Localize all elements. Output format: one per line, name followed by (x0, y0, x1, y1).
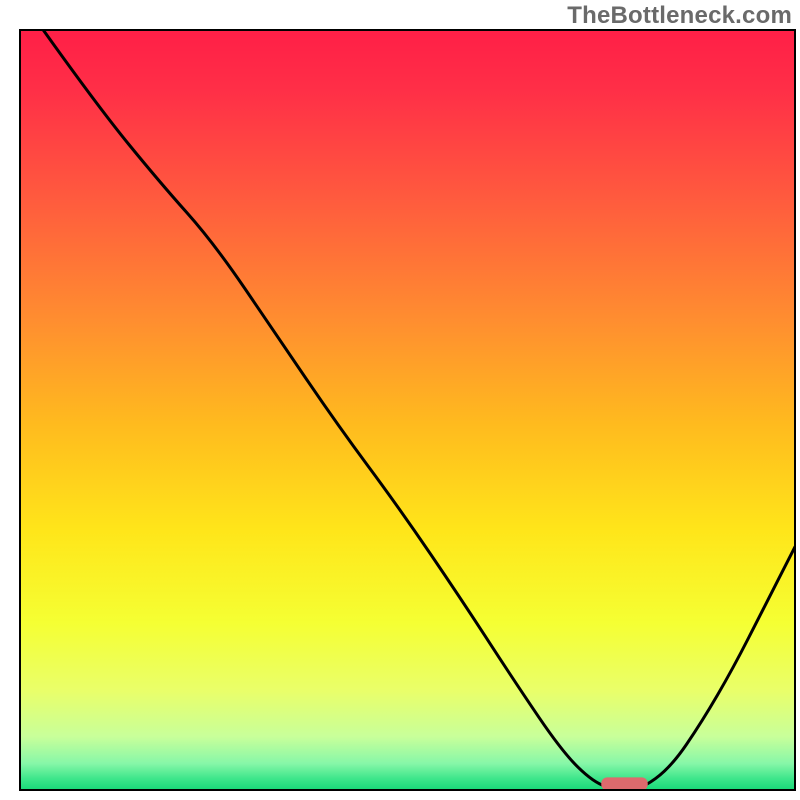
chart-container: TheBottleneck.com (0, 0, 800, 800)
watermark-text: TheBottleneck.com (567, 2, 792, 30)
plot-background (20, 30, 795, 790)
chart-svg (0, 0, 800, 800)
optimal-marker (601, 777, 648, 790)
